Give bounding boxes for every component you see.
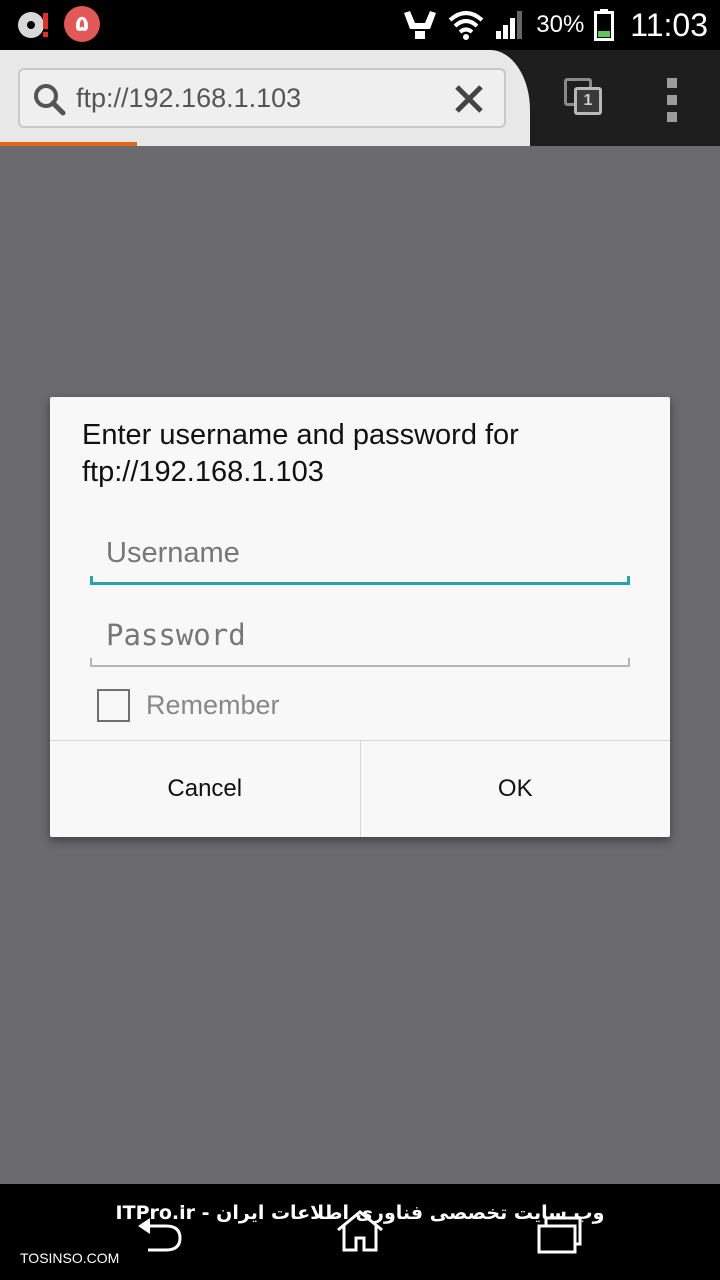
back-icon[interactable]	[134, 1214, 186, 1256]
browser-toolbar: ftp://192.168.1.103 1	[0, 50, 720, 146]
home-icon[interactable]	[334, 1208, 386, 1254]
tab-count: 1	[574, 87, 602, 115]
url-text[interactable]: ftp://192.168.1.103	[76, 83, 301, 114]
password-input[interactable]	[90, 611, 630, 659]
tabs-icon[interactable]: 1	[562, 76, 608, 122]
password-underline	[90, 658, 630, 667]
remember-row[interactable]: Remember	[97, 689, 280, 722]
remember-checkbox[interactable]	[97, 689, 130, 722]
remember-label[interactable]: Remember	[146, 690, 280, 721]
battery-percent: 30%	[536, 11, 585, 38]
recent-apps-icon[interactable]	[534, 1214, 586, 1256]
dialog-button-bar: Cancel OK	[50, 740, 670, 837]
ok-button[interactable]: OK	[361, 741, 671, 837]
watermark-corner-text: TOSINSO.COM	[20, 1250, 120, 1266]
clock: 11:03	[630, 6, 708, 43]
url-bar-container: ftp://192.168.1.103	[0, 50, 530, 146]
auth-dialog: Enter username and password for ftp://19…	[50, 397, 670, 837]
url-bar[interactable]: ftp://192.168.1.103	[18, 68, 506, 128]
search-icon	[34, 84, 66, 116]
dialog-title: Enter username and password for ftp://19…	[82, 419, 519, 488]
cell-signal-icon	[496, 11, 523, 39]
cd-icon	[16, 7, 50, 41]
password-field	[90, 611, 630, 667]
clear-icon[interactable]	[452, 82, 486, 116]
status-bar: ۵ 30% 11:03	[0, 0, 720, 50]
wifi-icon	[448, 11, 484, 40]
username-input[interactable]	[90, 529, 630, 577]
username-field	[90, 529, 630, 585]
notification-badge-icon: ۵	[64, 6, 100, 42]
overflow-menu-icon[interactable]	[664, 78, 680, 122]
navigation-bar: ITPro.ir - وب سایت تخصصی فناوری اطلاعات …	[0, 1184, 720, 1280]
username-underline	[90, 576, 630, 585]
battery-icon	[594, 9, 615, 41]
cancel-button[interactable]: Cancel	[50, 741, 361, 837]
signal-booster-icon	[404, 11, 437, 39]
